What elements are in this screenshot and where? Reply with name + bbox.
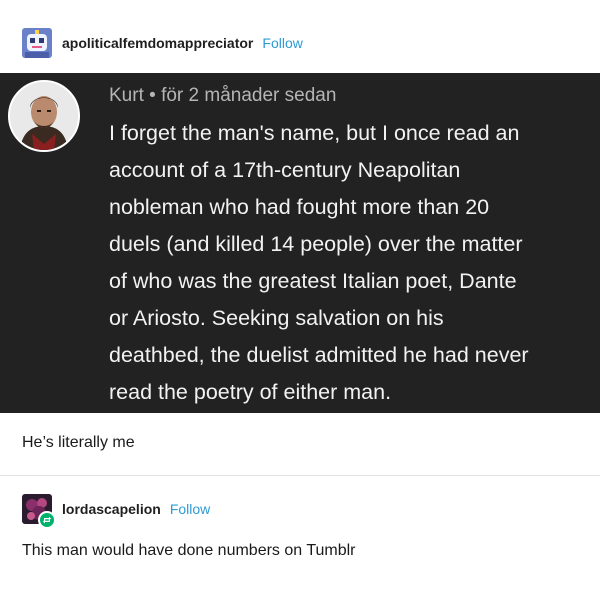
man-portrait-avatar-icon (8, 80, 80, 152)
comment-body: I forget the man's name, but I once read… (109, 115, 600, 411)
comment-line: of who was the greatest Italian poet, Da… (109, 269, 517, 293)
post-header-op: apoliticalfemdomappreciator Follow (22, 26, 303, 60)
robot-avatar-icon[interactable] (22, 28, 52, 58)
post-header-reblog: lordascapelion Follow (22, 492, 210, 529)
comment-time: för 2 månader sedan (161, 85, 337, 106)
follow-button[interactable]: Follow (170, 501, 210, 517)
comment-line: account of a 17th-century Neapolitan (109, 158, 461, 182)
username[interactable]: lordascapelion (62, 501, 161, 517)
comment-line: nobleman who had fought more than 20 (109, 195, 490, 219)
comment-line: duels (and killed 14 people) over the ma… (109, 232, 523, 256)
comment-line: I forget the man's name, but I once read… (109, 121, 520, 145)
divider (0, 475, 600, 476)
comment-line: deathbed, the duelist admitted he had ne… (109, 343, 529, 367)
reblog-icon (38, 511, 56, 529)
avatar[interactable] (22, 494, 56, 529)
comment-screenshot-image: Kurt • för 2 månader sedan I forget the … (0, 73, 600, 413)
post-text: This man would have done numbers on Tumb… (22, 542, 356, 559)
follow-button[interactable]: Follow (262, 35, 302, 51)
username[interactable]: apoliticalfemdomappreciator (62, 35, 253, 51)
comment-author: Kurt (109, 85, 144, 106)
comment-line: read the poetry of either man. (109, 380, 392, 404)
meta-separator: • (149, 85, 156, 106)
post-text: He’s literally me (22, 434, 135, 451)
comment-meta: Kurt • för 2 månader sedan (109, 85, 336, 107)
comment-line: or Ariosto. Seeking salvation on his (109, 306, 444, 330)
